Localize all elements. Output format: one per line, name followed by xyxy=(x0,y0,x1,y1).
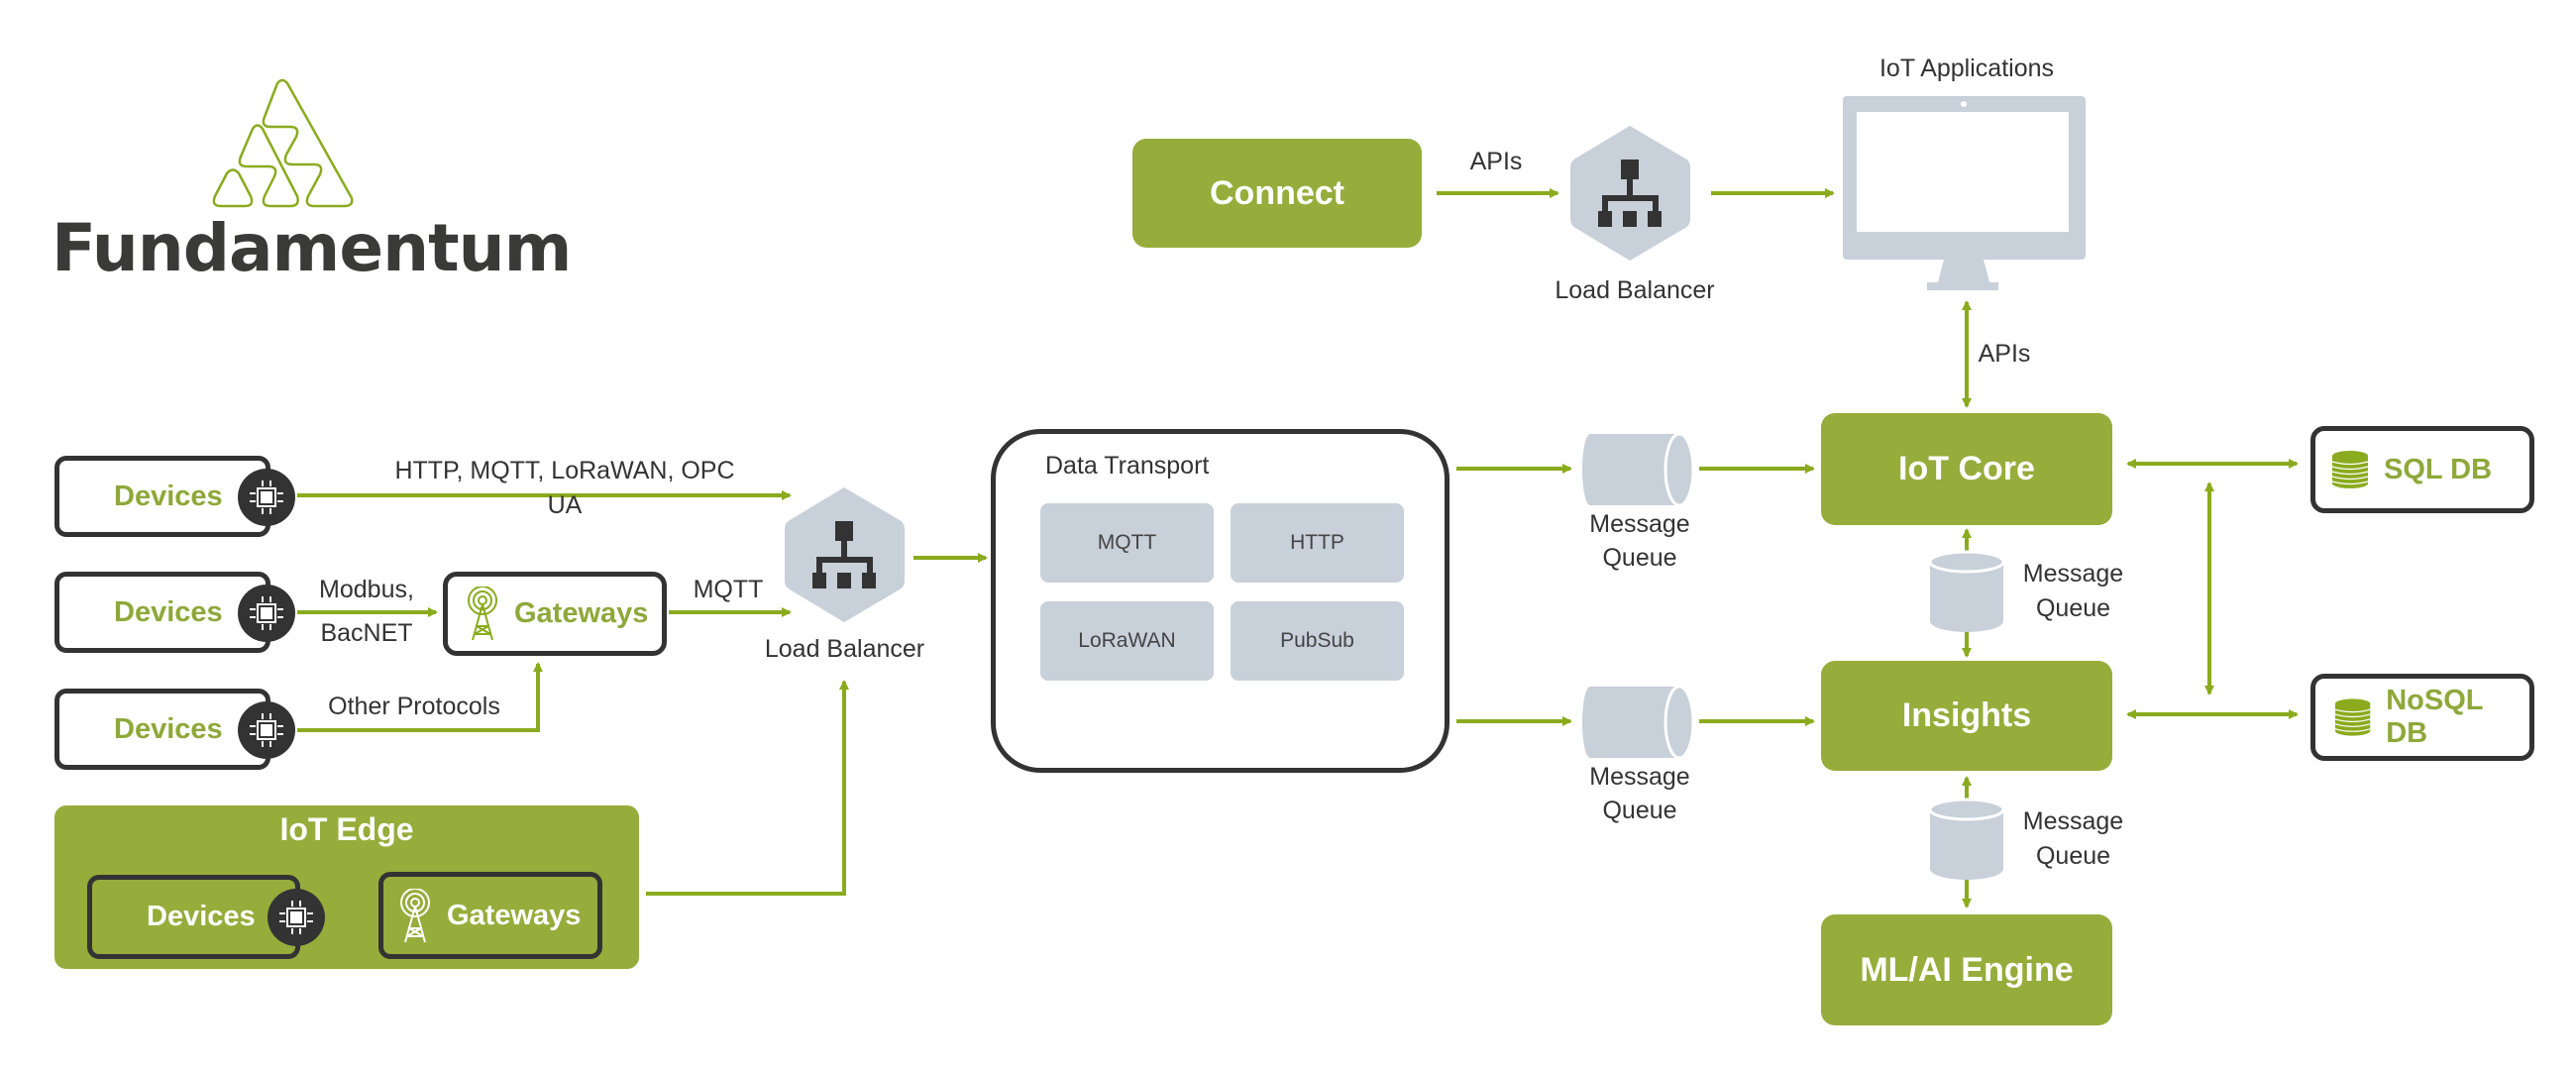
mq2-label-1: Message xyxy=(1589,763,1690,791)
iot-core-label: IoT Core xyxy=(1898,450,2035,487)
mq3-label-1: Message xyxy=(2022,560,2124,588)
load-balancer-icon[interactable] xyxy=(1568,124,1692,263)
devices-label: Devices xyxy=(114,712,223,745)
load-balancer-left-label: Load Balancer xyxy=(764,635,925,663)
edge-gateways-box[interactable]: Gateways xyxy=(378,872,602,959)
brand-name: Fundamentum xyxy=(52,210,572,286)
ml-ai-engine-label: ML/AI Engine xyxy=(1860,950,2074,989)
mq1-label-1: Message xyxy=(1589,510,1690,538)
apis-label: APIs xyxy=(1469,148,1523,175)
protocol-label-2a: Modbus, xyxy=(319,576,414,603)
database-icon xyxy=(2334,698,2371,736)
protocol-label-2b: BacNET xyxy=(320,619,413,647)
message-queue-icon[interactable] xyxy=(1580,685,1699,760)
transport-mqtt[interactable]: MQTT xyxy=(1040,503,1214,583)
arrow-edge-lb xyxy=(646,680,849,896)
fundamentum-logo-icon xyxy=(212,78,354,208)
protocol-label-1: HTTP, MQTT, LoRaWAN, OPC UA xyxy=(394,457,735,519)
database-icon xyxy=(2331,451,2369,488)
chip-icon xyxy=(238,701,295,759)
mq3-label-2: Queue xyxy=(2035,594,2111,622)
apis-vertical-label: APIs xyxy=(1978,340,2031,368)
chip-icon xyxy=(238,469,295,526)
mq4-label-1: Message xyxy=(2022,807,2124,835)
connect-box[interactable]: Connect xyxy=(1132,139,1422,248)
antenna-icon xyxy=(468,587,497,641)
antenna-icon xyxy=(400,888,430,942)
iot-edge-title: IoT Edge xyxy=(279,811,414,847)
connect-label: Connect xyxy=(1210,173,1344,212)
insights-box[interactable]: Insights xyxy=(1821,661,2112,771)
message-queue-icon[interactable] xyxy=(1928,798,2005,882)
transport-pubsub[interactable]: PubSub xyxy=(1231,601,1404,681)
transport-http[interactable]: HTTP xyxy=(1231,503,1404,583)
edge-gateways-label: Gateways xyxy=(447,899,582,931)
data-transport-title: Data Transport xyxy=(1045,452,1210,480)
mq1-label-2: Queue xyxy=(1602,544,1677,572)
load-balancer-top-label: Load Balancer xyxy=(1555,276,1715,304)
load-balancer-icon[interactable] xyxy=(783,485,907,624)
chip-icon xyxy=(238,585,295,642)
gateways-box[interactable]: Gateways xyxy=(443,572,667,656)
data-transport-panel: Data Transport MQTT HTTP LoRaWAN PubSub xyxy=(991,429,1449,773)
iot-edge-panel: IoT Edge Devices Gateways xyxy=(54,805,639,969)
mq4-label-2: Queue xyxy=(2035,842,2111,870)
protocol-label-3: Other Protocols xyxy=(328,693,500,720)
nosql-db-box[interactable]: NoSQL DB xyxy=(2310,674,2534,761)
devices-label: Devices xyxy=(114,595,223,628)
gateway-protocol-label: MQTT xyxy=(693,576,764,603)
gateways-label: Gateways xyxy=(514,597,649,629)
sql-db-label: SQL DB xyxy=(2384,453,2493,485)
nosql-db-label: NoSQL DB xyxy=(2386,685,2483,749)
iot-core-box[interactable]: IoT Core xyxy=(1821,413,2112,525)
message-queue-icon[interactable] xyxy=(1580,432,1699,507)
insights-label: Insights xyxy=(1901,696,2032,734)
mq2-label-2: Queue xyxy=(1602,797,1677,824)
devices-label: Devices xyxy=(114,480,223,512)
monitor-icon[interactable] xyxy=(1843,96,2086,294)
ml-ai-engine-box[interactable]: ML/AI Engine xyxy=(1821,914,2112,1025)
edge-devices-label: Devices xyxy=(147,901,256,932)
transport-lorawan[interactable]: LoRaWAN xyxy=(1040,601,1214,681)
sql-db-box[interactable]: SQL DB xyxy=(2310,426,2534,513)
chip-icon xyxy=(268,889,325,946)
iot-applications-label: IoT Applications xyxy=(1878,54,2055,82)
message-queue-icon[interactable] xyxy=(1928,550,2005,634)
